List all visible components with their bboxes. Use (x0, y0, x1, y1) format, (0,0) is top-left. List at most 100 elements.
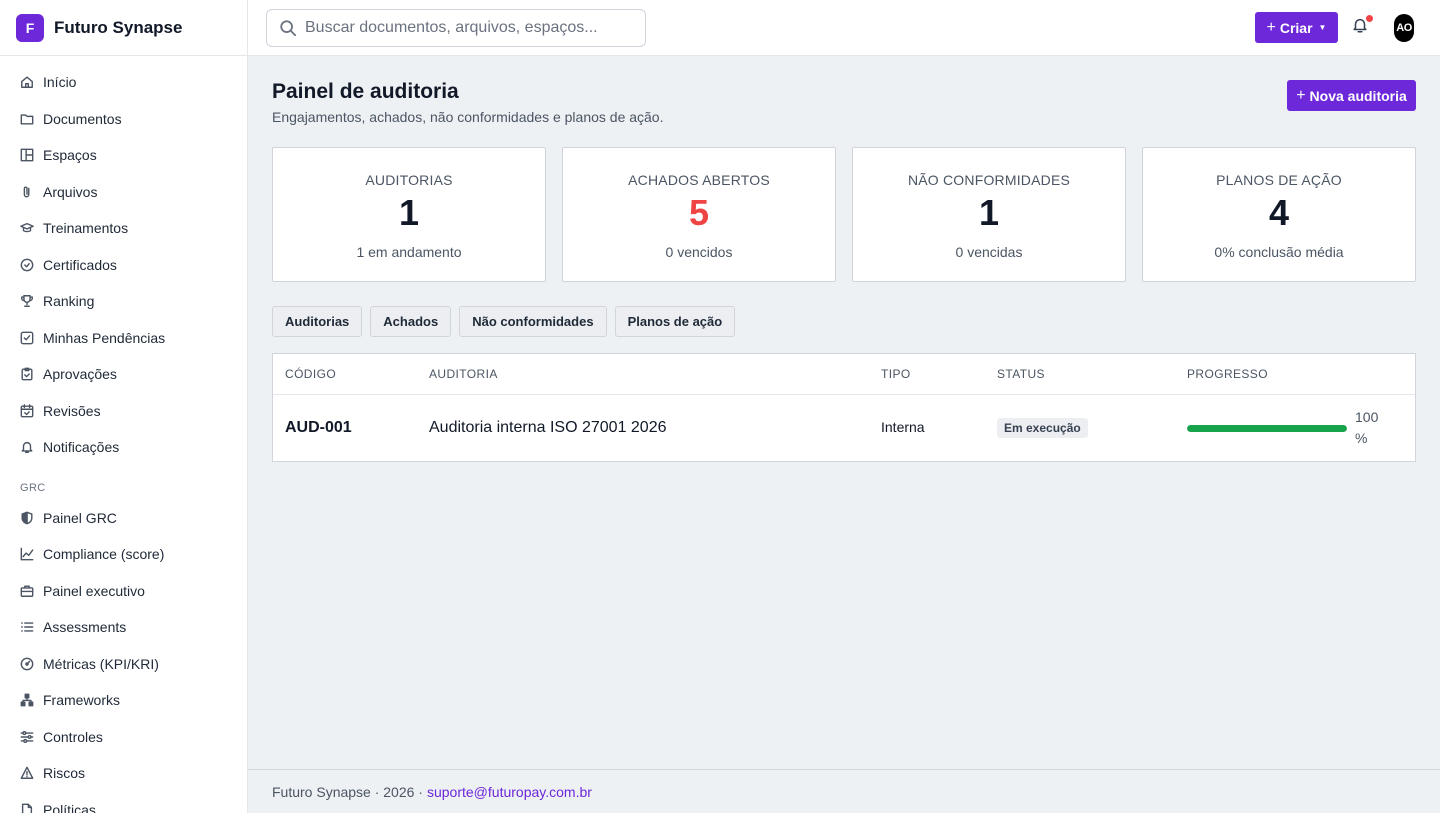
file-icon (20, 803, 34, 813)
sidebar-item-treinamentos[interactable]: Treinamentos (0, 210, 247, 247)
tab-auditorias[interactable]: Auditorias (272, 306, 363, 337)
sidebar-item-ranking[interactable]: Ranking (0, 283, 247, 320)
sidebar-item-espacos[interactable]: Espaços (0, 137, 247, 174)
gauge-icon (20, 657, 34, 671)
tab-bar: Auditorias Achados Não conformidades Pla… (272, 306, 736, 337)
sidebar-item-painel-grc[interactable]: Painel GRC (0, 500, 247, 537)
sidebar-nav: Início Documentos Espaços Arquivos Trein… (0, 56, 247, 813)
audit-type: Interna (881, 419, 925, 435)
notifications-button[interactable] (1351, 15, 1373, 38)
footer-text: Futuro Synapse · 2026 · (272, 783, 423, 800)
tab-nao-conformidades[interactable]: Não conformidades (459, 306, 607, 337)
sidebar-item-label: Início (43, 74, 77, 91)
layout-icon (20, 148, 34, 162)
avatar[interactable]: AO (1394, 14, 1414, 42)
search-input[interactable] (305, 19, 635, 37)
table-header: CÓDIGO AUDITORIA TIPO STATUS PROGRESSO (273, 354, 1415, 395)
stat-card-value: 5 (688, 192, 710, 233)
stat-card-value: 1 (978, 192, 1000, 233)
sidebar-item-compliance[interactable]: Compliance (score) (0, 536, 247, 573)
topbar: + Criar ▼ AO (248, 0, 1440, 56)
list-icon (20, 620, 34, 634)
sidebar-item-politicas[interactable]: Políticas (0, 792, 247, 813)
sidebar-item-label: Compliance (score) (43, 546, 165, 563)
status-badge: Em execução (997, 418, 1088, 438)
sidebar-item-label: Ranking (43, 293, 95, 310)
warning-icon (20, 766, 34, 780)
search-box[interactable] (266, 9, 646, 47)
sidebar-item-label: Aprovações (43, 366, 117, 383)
sidebar-item-certificados[interactable]: Certificados (0, 247, 247, 284)
audits-table: CÓDIGO AUDITORIA TIPO STATUS PROGRESSO A… (272, 353, 1416, 462)
sidebar-item-label: Revisões (43, 402, 101, 419)
tab-achados[interactable]: Achados (370, 306, 452, 337)
column-header-auditoria[interactable]: AUDITORIA (429, 367, 881, 381)
sidebar-item-revisoes[interactable]: Revisões (0, 393, 247, 430)
sliders-icon (20, 730, 34, 744)
sidebar-item-label: Riscos (43, 765, 86, 782)
column-header-progresso[interactable]: PROGRESSO (1187, 367, 1415, 381)
line-chart-icon (20, 547, 34, 561)
sidebar-item-arquivos[interactable]: Arquivos (0, 174, 247, 211)
sidebar-item-assessments[interactable]: Assessments (0, 609, 247, 646)
stat-card-auditorias: AUDITORIAS 1 1 em andamento (272, 147, 546, 282)
progress-indicator: 100 % (1187, 407, 1415, 449)
sidebar-item-controles[interactable]: Controles (0, 719, 247, 756)
brand-name: Futuro Synapse (54, 17, 183, 37)
sidebar-item-label: Assessments (43, 619, 127, 636)
sidebar-item-label: Arquivos (43, 183, 98, 200)
sidebar-item-label: Notificações (43, 439, 120, 456)
progress-bar (1187, 424, 1347, 432)
column-header-tipo[interactable]: TIPO (881, 367, 997, 381)
stat-card-subtext: 0% conclusão média (1214, 244, 1344, 260)
support-email-link[interactable]: suporte@futuropay.com.br (427, 784, 592, 800)
home-icon (20, 75, 34, 89)
create-button[interactable]: + Criar ▼ (1255, 12, 1338, 43)
folder-icon (20, 112, 34, 126)
page-subtitle: Engajamentos, achados, não conformidades… (272, 109, 664, 125)
sidebar: F Futuro Synapse Início Documentos Espaç… (0, 0, 248, 813)
search-icon (280, 20, 297, 37)
stat-card-label: PLANOS DE AÇÃO (1216, 172, 1342, 188)
plus-icon: + (1266, 18, 1276, 36)
sidebar-item-label: Minhas Pendências (43, 329, 166, 346)
sidebar-item-minhas-pendencias[interactable]: Minhas Pendências (0, 320, 247, 357)
column-header-status[interactable]: STATUS (997, 367, 1187, 381)
progress-bar-fill (1187, 424, 1347, 432)
sidebar-item-frameworks[interactable]: Frameworks (0, 682, 247, 719)
column-header-codigo[interactable]: CÓDIGO (273, 367, 429, 381)
table-row[interactable]: AUD-001 Auditoria interna ISO 27001 2026… (273, 395, 1415, 461)
sidebar-item-riscos[interactable]: Riscos (0, 755, 247, 792)
audit-code[interactable]: AUD-001 (285, 419, 352, 436)
sidebar-item-label: Espaços (43, 147, 97, 164)
clipboard-icon (20, 367, 34, 381)
stat-card-achados-abertos: ACHADOS ABERTOS 5 0 vencidos (562, 147, 836, 282)
sidebar-item-aprovacoes[interactable]: Aprovações (0, 356, 247, 393)
sidebar-item-label: Painel executivo (43, 582, 145, 599)
network-icon (20, 693, 34, 707)
graduation-cap-icon (20, 221, 34, 235)
audit-name[interactable]: Auditoria interna ISO 27001 2026 (429, 419, 667, 436)
footer: Futuro Synapse · 2026 · suporte@futuropa… (248, 769, 1440, 813)
notification-dot (1366, 15, 1373, 22)
checkbox-icon (20, 331, 34, 345)
paperclip-icon (20, 185, 34, 199)
sidebar-item-painel-executivo[interactable]: Painel executivo (0, 573, 247, 610)
brand[interactable]: F Futuro Synapse (0, 0, 247, 56)
plus-icon: + (1296, 86, 1306, 104)
new-audit-button[interactable]: + Nova auditoria (1287, 80, 1416, 111)
sidebar-item-inicio[interactable]: Início (0, 64, 247, 101)
caret-down-icon: ▼ (1318, 23, 1327, 32)
sidebar-item-label: Métricas (KPI/KRI) (43, 655, 159, 672)
sidebar-item-documentos[interactable]: Documentos (0, 101, 247, 138)
sidebar-item-metricas[interactable]: Métricas (KPI/KRI) (0, 646, 247, 683)
brand-logo: F (16, 13, 44, 42)
new-audit-button-label: Nova auditoria (1309, 87, 1407, 104)
tab-planos-de-acao[interactable]: Planos de ação (614, 306, 736, 337)
badge-check-icon (20, 258, 34, 272)
calendar-check-icon (20, 403, 34, 418)
sidebar-item-label: Certificados (43, 256, 117, 273)
stat-card-planos-de-acao: PLANOS DE AÇÃO 4 0% conclusão média (1142, 147, 1416, 282)
sidebar-item-notificacoes[interactable]: Notificações (0, 429, 247, 466)
stat-card-subtext: 1 em andamento (356, 244, 462, 260)
